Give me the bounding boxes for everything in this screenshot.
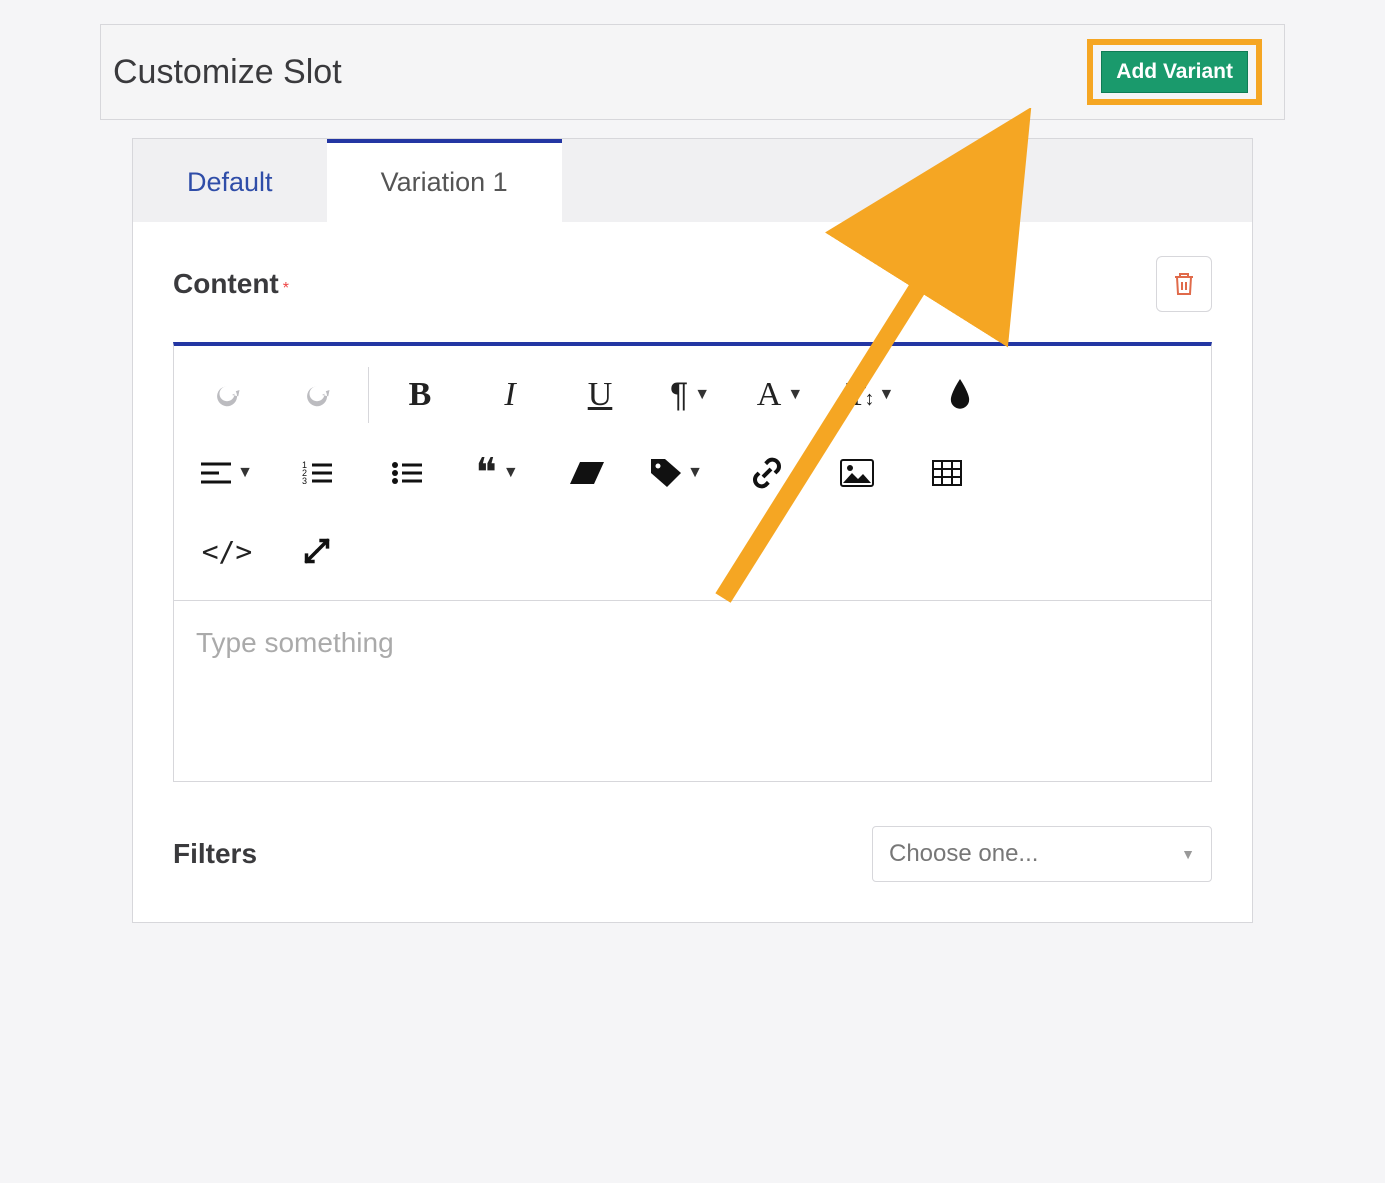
italic-button[interactable]: I bbox=[465, 356, 555, 434]
add-variant-highlight: Add Variant bbox=[1087, 39, 1262, 105]
toolbar-separator bbox=[368, 367, 369, 423]
font-a-icon: A bbox=[757, 376, 782, 414]
filters-label: Filters bbox=[173, 838, 257, 870]
image-icon bbox=[840, 459, 874, 487]
editor-content-area[interactable] bbox=[174, 601, 1211, 781]
tags-button[interactable]: ▼ bbox=[632, 434, 722, 512]
insert-image-button[interactable] bbox=[812, 434, 902, 512]
editor-toolbar: B I U ¶▼ A▼ T↕▼ bbox=[174, 346, 1211, 601]
delete-variant-button[interactable] bbox=[1156, 256, 1212, 312]
tab-variation-1[interactable]: Variation 1 bbox=[327, 139, 562, 222]
code-icon: </> bbox=[202, 535, 253, 568]
filters-select-placeholder: Choose one... bbox=[889, 840, 1038, 868]
code-view-button[interactable]: </> bbox=[182, 512, 272, 590]
ordered-list-icon: 123 bbox=[302, 460, 332, 486]
drop-icon bbox=[947, 379, 973, 411]
undo-button[interactable] bbox=[182, 356, 272, 434]
ordered-list-button[interactable]: 123 bbox=[272, 434, 362, 512]
underline-button[interactable]: U bbox=[555, 356, 645, 434]
text-color-button[interactable] bbox=[915, 356, 1005, 434]
expand-icon bbox=[303, 537, 331, 565]
customize-slot-header: Customize Slot Add Variant bbox=[100, 24, 1285, 120]
table-icon bbox=[932, 460, 962, 486]
quote-button[interactable]: ❝▼ bbox=[452, 434, 542, 512]
paragraph-format-button[interactable]: ¶▼ bbox=[645, 356, 735, 434]
chevron-down-icon: ▼ bbox=[1181, 846, 1195, 862]
insert-table-button[interactable] bbox=[902, 434, 992, 512]
svg-text:3: 3 bbox=[302, 476, 307, 486]
align-button[interactable]: ▼ bbox=[182, 434, 272, 512]
filters-select[interactable]: Choose one... ▼ bbox=[872, 826, 1212, 882]
clear-formatting-button[interactable] bbox=[542, 434, 632, 512]
redo-button[interactable] bbox=[272, 356, 362, 434]
eraser-icon bbox=[570, 462, 604, 484]
insert-link-button[interactable] bbox=[722, 434, 812, 512]
tt-icon: T↕ bbox=[846, 376, 873, 414]
link-icon bbox=[751, 457, 783, 489]
trash-icon bbox=[1172, 271, 1196, 297]
unordered-list-icon bbox=[392, 460, 422, 486]
pilcrow-icon: ¶ bbox=[670, 376, 688, 415]
tag-icon bbox=[651, 459, 681, 487]
font-family-button[interactable]: A▼ bbox=[735, 356, 825, 434]
unordered-list-button[interactable] bbox=[362, 434, 452, 512]
page-title: Customize Slot bbox=[113, 53, 342, 92]
variant-tabs: Default Variation 1 bbox=[133, 138, 1252, 222]
tab-default[interactable]: Default bbox=[133, 139, 327, 222]
bold-button[interactable]: B bbox=[375, 356, 465, 434]
content-label: Content* bbox=[173, 268, 289, 300]
rich-text-editor: B I U ¶▼ A▼ T↕▼ bbox=[173, 342, 1212, 782]
align-left-icon bbox=[201, 461, 231, 485]
undo-icon bbox=[212, 380, 242, 410]
redo-icon bbox=[302, 380, 332, 410]
fullscreen-button[interactable] bbox=[272, 512, 362, 590]
add-variant-button[interactable]: Add Variant bbox=[1101, 51, 1248, 93]
variant-panel: Default Variation 1 Content* bbox=[132, 138, 1253, 923]
font-size-button[interactable]: T↕▼ bbox=[825, 356, 915, 434]
